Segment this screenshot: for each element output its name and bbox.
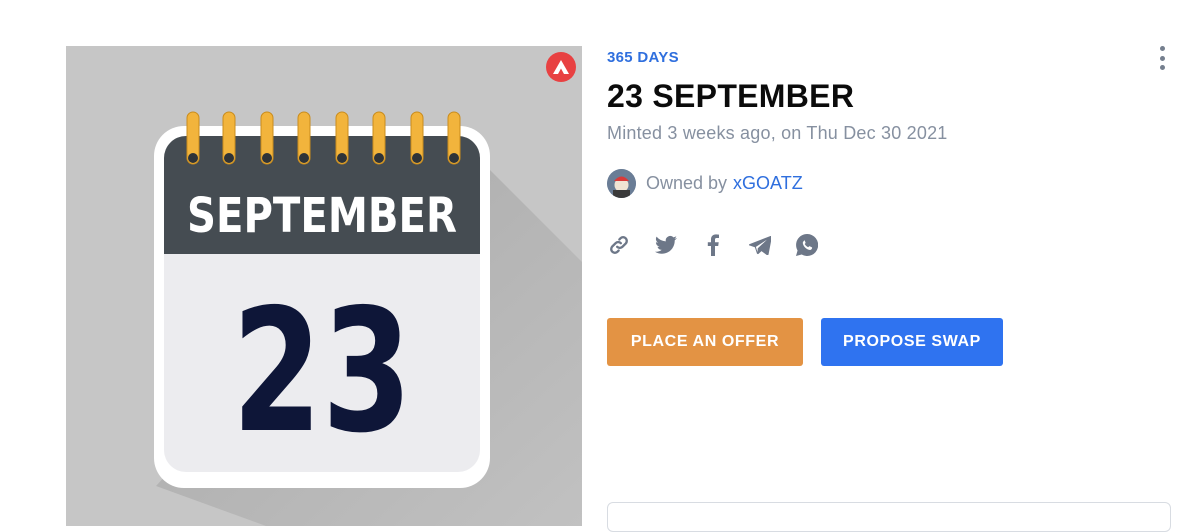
kebab-dot (1159, 46, 1165, 51)
place-offer-button[interactable]: PLACE AN OFFER (607, 318, 803, 366)
whatsapp-icon[interactable] (795, 233, 819, 257)
more-options-icon[interactable] (1155, 46, 1169, 70)
owner-row: Owned by xGOATZ (607, 168, 803, 198)
avalanche-icon (546, 52, 576, 82)
nft-title: 23 SEPTEMBER (607, 78, 855, 114)
twitter-icon[interactable] (654, 233, 678, 257)
kebab-dot (1159, 65, 1165, 70)
collection-link[interactable]: 365 DAYS (607, 49, 679, 66)
owner-avatar[interactable] (607, 168, 636, 198)
nft-artwork[interactable]: SEPTEMBER 23 (66, 46, 582, 526)
minted-date: Minted 3 weeks ago, on Thu Dec 30 2021 (607, 123, 948, 143)
telegram-icon[interactable] (748, 233, 772, 257)
calendar-day-text: 23 (232, 273, 412, 471)
owned-by-label: Owned by (646, 172, 728, 193)
calendar-illustration: SEPTEMBER 23 (154, 111, 582, 526)
share-icons (607, 233, 842, 257)
nft-details: 365 DAYS 23 SEPTEMBER Minted 3 weeks ago… (607, 0, 1177, 532)
facebook-icon[interactable] (701, 233, 725, 257)
owner-link[interactable]: xGOATZ (733, 173, 803, 194)
propose-swap-button[interactable]: PROPOSE SWAP (821, 318, 1003, 366)
kebab-dot (1159, 55, 1165, 61)
calendar-month-text: SEPTEMBER (187, 188, 457, 244)
details-panel (607, 502, 1171, 532)
link-icon[interactable] (607, 233, 631, 257)
